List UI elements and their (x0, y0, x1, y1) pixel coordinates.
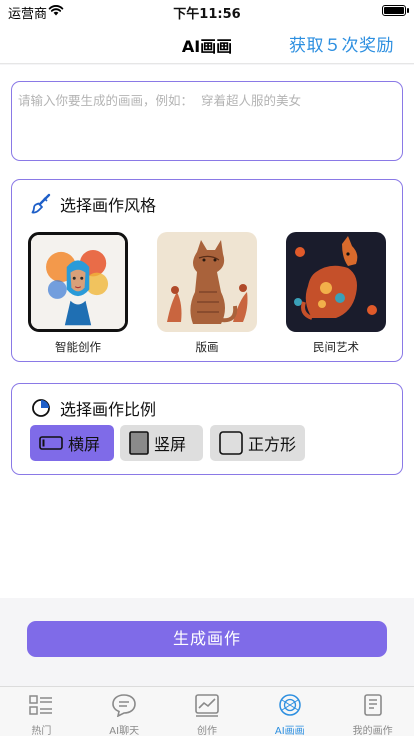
style-label: 版画 (195, 340, 219, 354)
tab-label: 创作 (196, 726, 217, 736)
cat-print-image (157, 232, 257, 332)
main-content: 选择画作风格 智能创作 (0, 65, 414, 598)
tab-label: AI聊天 (109, 726, 140, 736)
status-bar: 运营商 下午11:56 (0, 0, 414, 22)
notebook-icon (363, 694, 382, 716)
style-thumbnail (28, 232, 128, 332)
tab-ai-chat[interactable]: AI聊天 (83, 687, 166, 736)
chart-board-icon (195, 694, 219, 717)
list-grid-icon (29, 695, 53, 715)
ratio-panel: 选择画作比例 横屏 竖屏 正方形 (11, 383, 403, 475)
ratio-landscape-button[interactable]: 横屏 (30, 425, 114, 461)
ai-paint-icon (279, 694, 301, 716)
prompt-input[interactable] (12, 82, 402, 160)
reward-button[interactable]: 获取５次奖励 (289, 31, 394, 56)
woman-portrait-image (31, 235, 125, 329)
ratio-square-button[interactable]: 正方形 (210, 425, 305, 461)
ratio-label: 正方形 (248, 435, 297, 454)
portrait-icon (129, 431, 149, 455)
tab-label: 热门 (31, 726, 52, 736)
brush-icon (31, 193, 51, 214)
landscape-icon (39, 436, 63, 450)
tab-label: 我的画作 (352, 726, 393, 736)
style-label: 智能创作 (55, 340, 101, 354)
style-section-title: 选择画作风格 (60, 196, 157, 215)
style-label: 民间艺术 (313, 340, 359, 354)
style-option-folk[interactable]: 民间艺术 (286, 232, 386, 355)
ratio-label: 竖屏 (154, 435, 187, 454)
folk-cat-image (286, 232, 386, 332)
nav-bar: AI画画 获取５次奖励 (0, 22, 414, 64)
square-icon (219, 431, 243, 455)
clock: 下午11:56 (173, 7, 241, 22)
ratio-label: 横屏 (68, 435, 101, 454)
ratio-header: 选择画作比例 (30, 397, 156, 419)
pie-chart-icon (32, 399, 50, 417)
tab-bar: 热门 AI聊天 创作 AI画画 我的画作 (0, 686, 414, 736)
chat-bubble-icon (112, 694, 136, 717)
tab-create[interactable]: 创作 (166, 687, 249, 736)
generate-button[interactable]: 生成画作 (27, 621, 387, 657)
ratio-section-title: 选择画作比例 (60, 400, 157, 419)
style-option-print[interactable]: 版画 (157, 232, 257, 355)
ratio-portrait-button[interactable]: 竖屏 (120, 425, 203, 461)
tab-label: AI画画 (274, 726, 305, 736)
bottom-area: 生成画作 (0, 598, 414, 686)
battery-tip (407, 8, 409, 13)
style-option-smart[interactable]: 智能创作 (28, 232, 128, 355)
battery-icon (382, 5, 406, 16)
style-thumbnail (286, 232, 386, 332)
style-header: 选择画作风格 (30, 193, 156, 215)
style-thumbnail (157, 232, 257, 332)
tab-my-paintings[interactable]: 我的画作 (331, 687, 414, 736)
tab-ai-paint[interactable]: AI画画 (248, 687, 331, 736)
style-panel: 选择画作风格 智能创作 版画 民间艺术 (11, 179, 403, 362)
prompt-box (11, 81, 403, 161)
tab-hot[interactable]: 热门 (0, 687, 83, 736)
